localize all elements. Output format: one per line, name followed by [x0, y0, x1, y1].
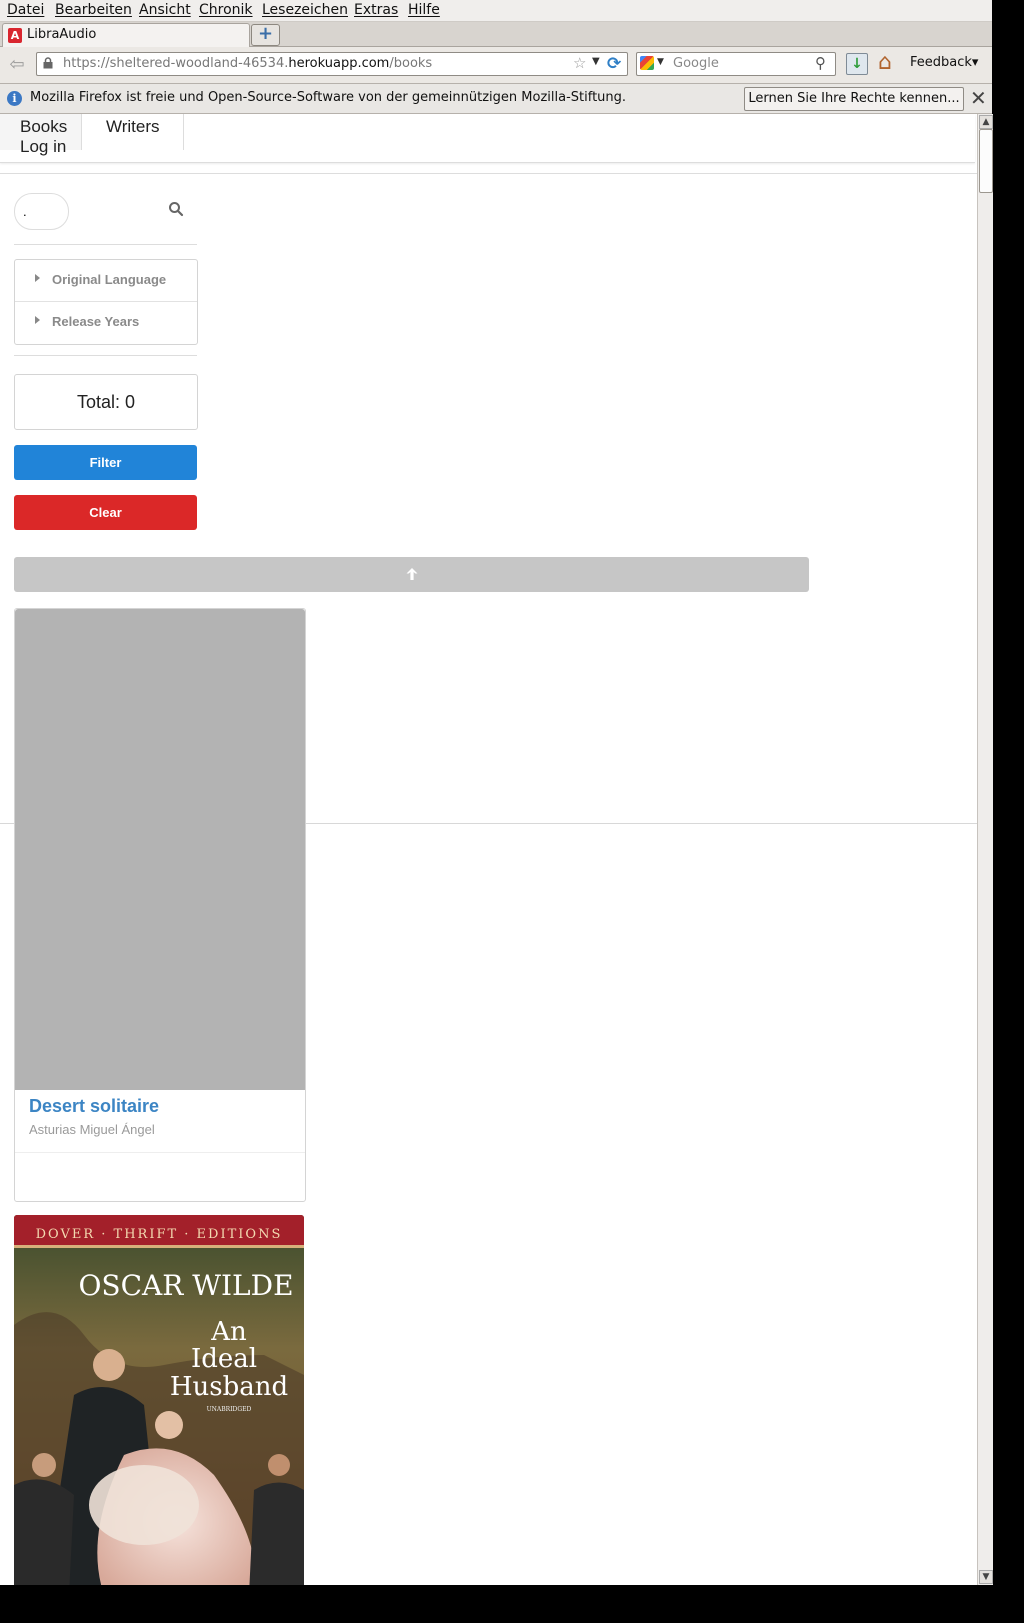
bookmark-star-icon[interactable]: ☆ [573, 54, 586, 72]
book-author: Asturias Miguel Ángel [29, 1122, 155, 1137]
menu-hilfe[interactable]: Hilfe [408, 2, 440, 18]
card-divider [15, 1152, 305, 1153]
menu-bearbeiten[interactable]: Bearbeiten [55, 2, 132, 18]
chevron-down-icon[interactable]: ▼ [657, 57, 664, 67]
scroll-down-icon[interactable]: ▼ [979, 1570, 993, 1584]
menu-extras[interactable]: Extras [354, 2, 398, 18]
menu-lesezeichen[interactable]: Lesezeichen [262, 2, 348, 18]
nav-login[interactable]: Log in [20, 137, 66, 157]
scroll-up-icon[interactable]: ▲ [979, 115, 993, 129]
menu-ansicht[interactable]: Ansicht [139, 2, 191, 18]
caret-right-icon [35, 274, 40, 282]
clear-button[interactable]: Clear [14, 495, 197, 530]
cover-title-line1: An [210, 1317, 247, 1347]
divider [14, 244, 197, 245]
cover-author-text: OSCAR WILDE [78, 1269, 293, 1302]
divider [0, 173, 977, 174]
notification-text: Mozilla Firefox ist freie und Open-Sourc… [30, 90, 627, 105]
angular-favicon-icon: A [8, 28, 22, 43]
close-icon[interactable]: ✕ [970, 86, 987, 110]
scrollbar-thumb[interactable] [979, 129, 993, 193]
cover-title-line3: Husband [170, 1372, 288, 1402]
book-search-input[interactable] [23, 202, 59, 220]
notification-bar: i Mozilla Firefox ist freie und Open-Sou… [0, 84, 992, 114]
nav-writers[interactable]: Writers [84, 114, 184, 150]
info-icon: i [7, 91, 22, 106]
cover-series-text: DOVER · THRIFT · EDITIONS [36, 1227, 283, 1242]
caret-right-icon [35, 316, 40, 324]
scroll-to-top-button[interactable] [14, 557, 809, 592]
divider [14, 355, 197, 356]
cover-note-text: UNABRIDGED [207, 1406, 252, 1413]
tab-title: LibraAudio [27, 27, 97, 42]
reload-icon[interactable]: ⟳ [607, 54, 621, 74]
chevron-down-icon[interactable]: ▼ [592, 56, 600, 67]
web-search-bar[interactable]: ▼ Google ⚲ [636, 52, 836, 76]
menu-datei[interactable]: Datei [7, 2, 44, 18]
tab-strip: A LibraAudio + [0, 22, 992, 47]
facet-label: Release Years [52, 314, 140, 329]
google-icon[interactable] [640, 56, 654, 70]
navigation-toolbar: ⇦ https://sheltered-woodland-46534.herok… [0, 47, 992, 84]
home-icon[interactable]: ⌂ [878, 51, 892, 75]
back-arrow-icon[interactable]: ⇦ [4, 53, 30, 77]
download-icon[interactable]: ↓ [846, 53, 868, 75]
facet-accordion: Original Language Release Years [14, 259, 198, 345]
book-cover-placeholder[interactable] [15, 609, 305, 1090]
facet-label: Original Language [52, 272, 167, 287]
facet-release-years[interactable]: Release Years [15, 302, 197, 343]
url-bar[interactable]: https://sheltered-woodland-46534.herokua… [36, 52, 628, 76]
web-search-placeholder: Google [673, 56, 719, 71]
book-search-box[interactable] [14, 193, 69, 230]
tab-libraaudio[interactable]: A LibraAudio [2, 23, 250, 47]
url-text: https://sheltered-woodland-46534.herokua… [63, 56, 433, 71]
filter-button[interactable]: Filter [14, 445, 197, 480]
facet-original-language[interactable]: Original Language [15, 260, 197, 302]
book-card[interactable]: Desert solitaire Asturias Miguel Ángel [14, 608, 306, 1202]
desktop-background [0, 1585, 1024, 1623]
page-viewport: Books Writers Log in Original Language R… [0, 114, 977, 1585]
site-navbar: Books Writers Log in [0, 114, 975, 163]
magnifier-icon[interactable]: ⚲ [815, 54, 826, 72]
vertical-scrollbar[interactable]: ▲ ▼ [977, 114, 993, 1585]
cover-title-line2: Ideal [191, 1344, 257, 1374]
total-count: Total: 0 [14, 374, 198, 430]
lock-icon [43, 57, 53, 69]
new-tab-button[interactable]: + [251, 24, 280, 46]
learn-rights-button[interactable]: Lernen Sie Ihre Rechte kennen... [744, 87, 964, 111]
book-title-link[interactable]: Desert solitaire [29, 1096, 159, 1117]
book-card[interactable]: DOVER · THRIFT · EDITIONS OSCAR WILDE An… [14, 1215, 304, 1585]
feedback-button[interactable]: Feedback▾ [910, 55, 978, 70]
search-icon[interactable] [168, 201, 184, 217]
arrow-up-icon [406, 568, 418, 580]
menu-chronik[interactable]: Chronik [199, 2, 253, 18]
menubar: Datei Bearbeiten Ansicht Chronik Lesezei… [0, 0, 992, 22]
book-cover-image[interactable]: DOVER · THRIFT · EDITIONS OSCAR WILDE An… [14, 1215, 304, 1585]
